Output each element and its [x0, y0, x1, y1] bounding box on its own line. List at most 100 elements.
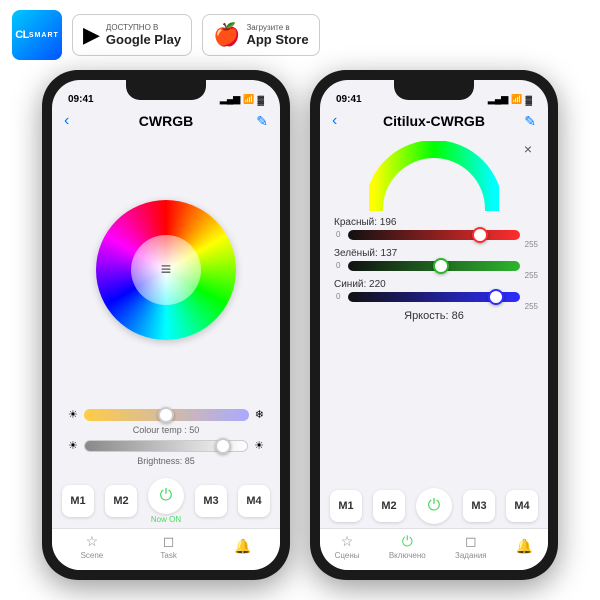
battery-right: ▓ — [525, 95, 532, 105]
color-wheel-inner: ≡ — [131, 235, 201, 305]
task-icon-left: ◻ — [163, 533, 175, 550]
green-min: 0 — [336, 261, 340, 270]
phone-notch-left — [126, 80, 206, 100]
google-play-name: Google Play — [106, 32, 181, 47]
m2-button-left[interactable]: M2 — [105, 485, 137, 517]
brightness-track-left[interactable] — [84, 440, 248, 452]
scene-label-left: Scene — [81, 551, 104, 560]
google-play-small: ДОСТУПНО В — [106, 23, 181, 32]
blue-thumb[interactable] — [488, 289, 504, 305]
nav-power-right[interactable]: ⏻ Включено — [389, 533, 426, 560]
m2-button-right[interactable]: M2 — [373, 490, 405, 522]
red-track[interactable] — [348, 230, 520, 240]
slider-center-icon: ≡ — [161, 259, 172, 280]
rgb-sliders: Красный: 196 0 255 Зелёный: 137 — [320, 215, 548, 482]
time-left: 09:41 — [68, 94, 94, 105]
nav-scene-right[interactable]: ☆ Сцены — [335, 533, 360, 560]
scene-icon-left: ☆ — [86, 533, 99, 550]
apple-icon: 🍎 — [213, 22, 240, 48]
green-max: 255 — [525, 271, 538, 280]
m1-button-left[interactable]: M1 — [62, 485, 94, 517]
signal-left: ▂▄▆ — [220, 94, 240, 105]
app-title-right: Citilux-CWRGB — [383, 113, 485, 129]
m1-button-right[interactable]: M1 — [330, 490, 362, 522]
app-header-right: ‹ Citilux-CWRGB ✎ — [320, 109, 548, 133]
task-label-left: Task — [160, 551, 176, 560]
nav-alarm-right[interactable]: 🔔 — [516, 538, 533, 555]
scene-label-right: Сцены — [335, 551, 360, 560]
phone-left: 09:41 ▂▄▆ 📶 ▓ ‹ CWRGB ✎ ≡ — [42, 70, 290, 580]
wifi-right: 📶 — [511, 94, 522, 105]
brightness-thumb-left[interactable] — [215, 438, 231, 454]
green-track-wrap: 0 255 — [348, 261, 520, 271]
nav-task-right[interactable]: ◻ Задания — [455, 533, 487, 560]
screen-left: 09:41 ▂▄▆ 📶 ▓ ‹ CWRGB ✎ ≡ — [52, 80, 280, 570]
power-button-left[interactable]: ⏻ — [148, 478, 184, 514]
brightness-label-right: Яркость: 86 — [334, 310, 534, 322]
sliders-section-left: ☀ ❄ Colour temp : 50 ☀ ☀ Brightness: 85 — [52, 406, 280, 472]
m4-button-left[interactable]: M4 — [238, 485, 270, 517]
red-label: Красный: 196 — [334, 217, 397, 228]
phone-right: 09:41 ▂▄▆ 📶 ▓ ‹ Citilux-CWRGB ✎ — [310, 70, 558, 580]
green-track[interactable] — [348, 261, 520, 271]
red-thumb[interactable] — [472, 227, 488, 243]
app-title-left: CWRGB — [139, 113, 193, 129]
half-color-wheel[interactable] — [369, 141, 499, 211]
app-store-name: App Store — [246, 32, 308, 47]
green-label: Зелёный: 137 — [334, 248, 397, 259]
wifi-left: 📶 — [243, 94, 254, 105]
m3-button-right[interactable]: M3 — [463, 490, 495, 522]
red-min: 0 — [336, 230, 340, 239]
blue-track[interactable] — [348, 292, 520, 302]
blue-min: 0 — [336, 292, 340, 301]
brightness-low-icon: ☀ — [68, 439, 78, 452]
m3-button-left[interactable]: M3 — [195, 485, 227, 517]
power-label-left: Now ON — [151, 515, 181, 524]
color-wheel[interactable]: ≡ — [96, 200, 236, 340]
signal-right: ▂▄▆ — [488, 94, 508, 105]
google-play-badge[interactable]: ▶ ДОСТУПНО В Google Play — [72, 14, 192, 56]
power-center-left: ⏻ Now ON — [148, 478, 184, 524]
blue-max: 255 — [525, 302, 538, 311]
power-button-right[interactable]: ⏻ — [416, 488, 452, 524]
m4-button-right[interactable]: M4 — [506, 490, 538, 522]
nav-scene-left[interactable]: ☆ Scene — [81, 533, 104, 560]
nav-alarm-left[interactable]: 🔔 — [234, 538, 251, 555]
task-icon-right: ◻ — [465, 533, 477, 550]
bottom-nav-left: ☆ Scene ◻ Task 🔔 — [52, 528, 280, 570]
app-header-left: ‹ CWRGB ✎ — [52, 109, 280, 133]
half-wheel-area: × — [320, 133, 548, 215]
blue-label: Синий: 220 — [334, 279, 386, 290]
close-button-right[interactable]: × — [524, 141, 532, 157]
battery-left: ▓ — [257, 95, 264, 105]
color-temp-thumb[interactable] — [158, 407, 174, 423]
nav-task-left[interactable]: ◻ Task — [160, 533, 176, 560]
edit-button-right[interactable]: ✎ — [524, 113, 536, 130]
blue-track-wrap: 0 255 — [348, 292, 520, 302]
warm-icon: ☀ — [68, 408, 78, 421]
blue-row: Синий: 220 0 255 — [334, 279, 534, 302]
power-nav-icon-right: ⏻ — [402, 533, 413, 550]
button-row-right: M1 M2 ⏻ M3 M4 — [320, 482, 548, 528]
phone-notch-right — [394, 80, 474, 100]
bottom-nav-right: ☆ Сцены ⏻ Включено ◻ Задания 🔔 — [320, 528, 548, 570]
green-thumb[interactable] — [433, 258, 449, 274]
color-temp-track[interactable] — [84, 409, 249, 421]
alarm-icon-right: 🔔 — [516, 538, 533, 555]
edit-button-left[interactable]: ✎ — [256, 113, 268, 130]
badge-bar: CLSMART ▶ ДОСТУПНО В Google Play 🍎 Загру… — [0, 0, 600, 70]
phones-area: 09:41 ▂▄▆ 📶 ▓ ‹ CWRGB ✎ ≡ — [0, 70, 600, 595]
app-store-badge[interactable]: 🍎 Загрузите в App Store — [202, 14, 320, 56]
back-button-right[interactable]: ‹ — [332, 112, 337, 130]
scene-icon-right: ☆ — [341, 533, 354, 550]
screen-right: 09:41 ▂▄▆ 📶 ▓ ‹ Citilux-CWRGB ✎ — [320, 80, 548, 570]
app-store-small: Загрузите в — [246, 23, 308, 32]
brightness-row-right: Яркость: 86 — [334, 310, 534, 322]
time-right: 09:41 — [336, 94, 362, 105]
power-nav-label-right: Включено — [389, 551, 426, 560]
cl-logo: CLSMART — [12, 10, 62, 60]
back-button-left[interactable]: ‹ — [64, 112, 69, 130]
brightness-row-left: ☀ ☀ — [68, 439, 264, 452]
color-temp-label: Colour temp : 50 — [68, 425, 264, 435]
brightness-high-icon: ☀ — [254, 439, 264, 452]
